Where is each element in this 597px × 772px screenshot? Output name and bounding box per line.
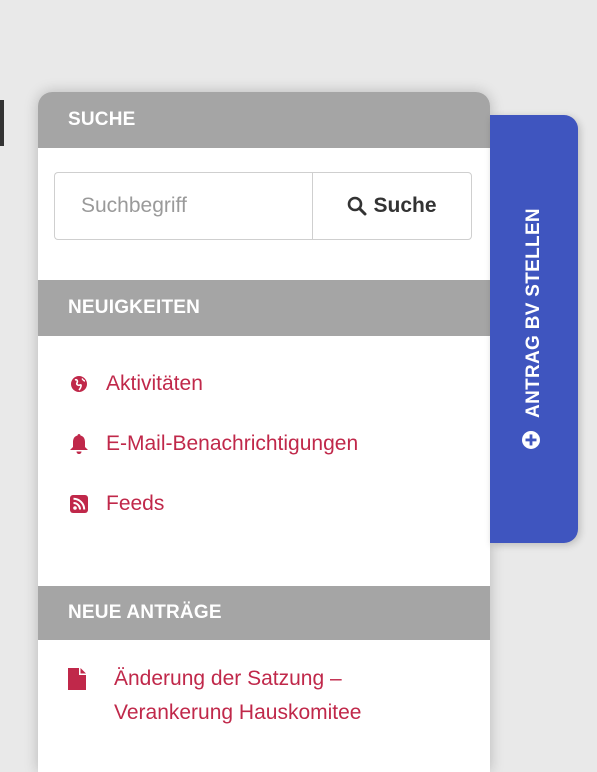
page-edge-divider — [0, 100, 4, 146]
search-form: Suche — [54, 172, 472, 240]
news-section-title: NEUIGKEITEN — [68, 297, 201, 318]
plus-circle-icon — [521, 430, 547, 450]
sidebar: SUCHE Suche NEUIGKEITEN — [38, 92, 490, 772]
create-motion-tab[interactable]: ANTRAG BV STELLEN — [490, 115, 578, 543]
news-item-label: Feeds — [106, 492, 165, 515]
document-icon — [68, 667, 90, 691]
news-list: Aktivitäten E-Mail-Benachrichtigungen Fe… — [38, 336, 490, 534]
new-motions-list: Änderung der Satzung – Verankerung Hausk… — [38, 640, 490, 730]
search-button[interactable]: Suche — [312, 172, 472, 240]
news-section-header: NEUIGKEITEN — [38, 280, 490, 336]
new-motions-section-title: NEUE ANTRÄGE — [68, 602, 222, 623]
search-section-title: SUCHE — [68, 109, 136, 130]
search-section-header: SUCHE — [38, 92, 490, 148]
news-item-label: Aktivitäten — [106, 372, 203, 395]
news-item-feeds[interactable]: Feeds — [68, 474, 490, 534]
create-motion-tab-label: ANTRAG BV STELLEN — [523, 208, 544, 418]
search-button-label: Suche — [373, 194, 437, 217]
rss-feed-icon — [68, 493, 90, 515]
bell-icon — [68, 433, 90, 455]
search-icon — [347, 196, 367, 216]
globe-icon — [68, 373, 90, 395]
create-motion-tab-content: ANTRAG BV STELLEN — [521, 208, 547, 450]
news-item-label: E-Mail-Benachrichtigungen — [106, 432, 359, 455]
news-item-email-notifications[interactable]: E-Mail-Benachrichtigungen — [68, 414, 490, 474]
motion-item-title: Änderung der Satzung – Verankerung Hausk… — [114, 667, 362, 724]
news-item-activities[interactable]: Aktivitäten — [68, 354, 490, 414]
motion-item[interactable]: Änderung der Satzung – Verankerung Hausk… — [68, 662, 490, 730]
new-motions-section-header: NEUE ANTRÄGE — [38, 586, 490, 640]
search-input[interactable] — [54, 172, 312, 240]
